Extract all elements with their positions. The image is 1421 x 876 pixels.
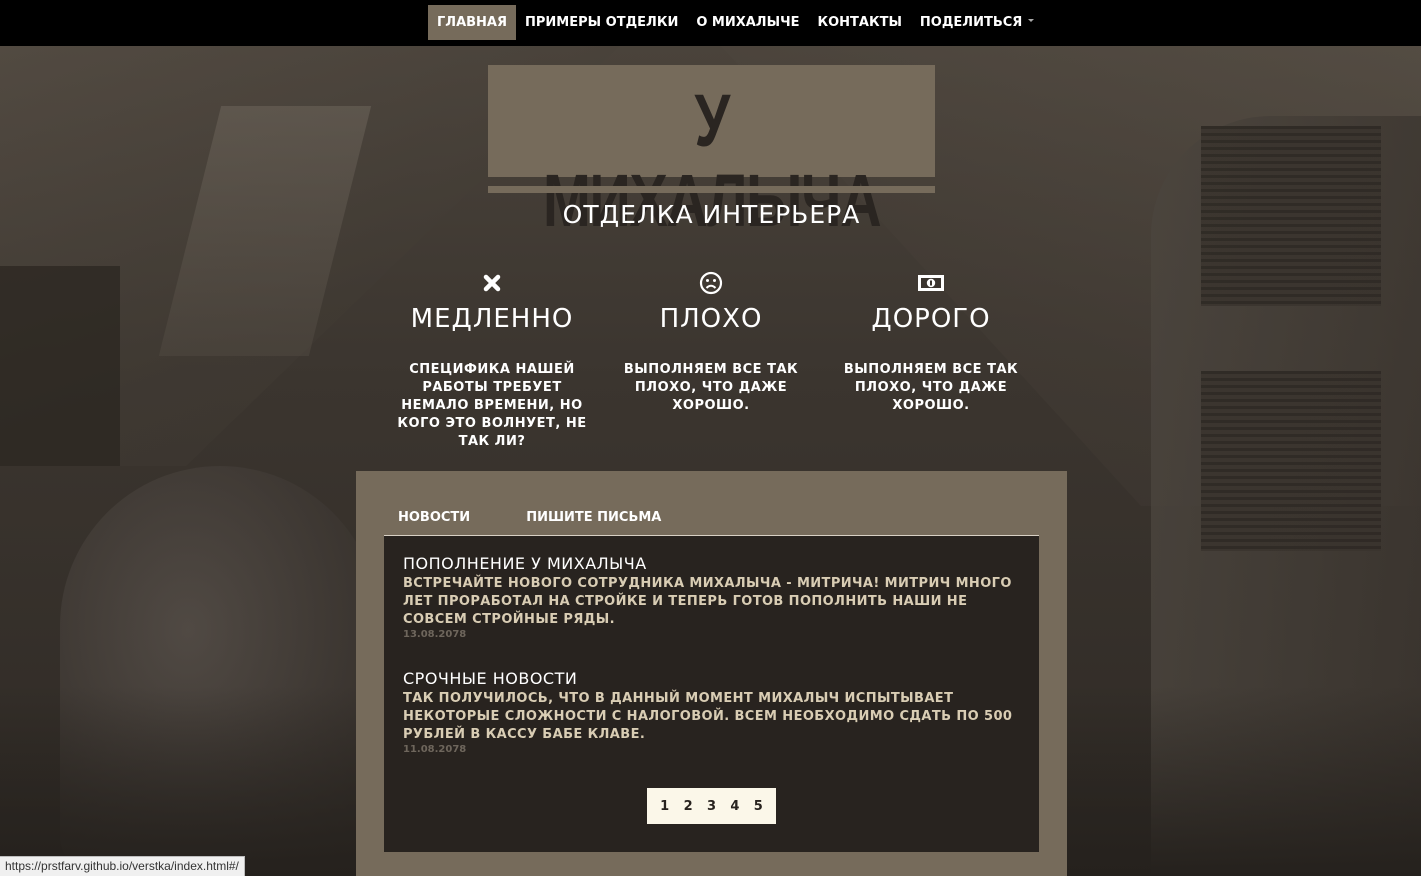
feature-title: ДОРОГО [871,304,991,334]
bg-blind-top [1201,126,1381,306]
tab-news[interactable]: НОВОСТИ [384,508,484,525]
feature-title: ПЛОХО [659,304,763,334]
feature-expensive: ДОРОГО ВЫПОЛНЯЕМ ВСЕ ТАК ПЛОХО, ЧТО ДАЖЕ… [831,268,1031,415]
feature-slow: МЕДЛЕННО СПЕЦИФИКА НАШЕЙ РАБОТЫ ТРЕБУЕТ … [392,268,592,451]
logo-underline [488,186,935,193]
sad-face-icon [611,268,811,298]
news-item: ПОПОЛНЕНИЕ У МИХАЛЫЧА ВСТРЕЧАЙТЕ НОВОГО … [403,554,1028,640]
page-link-5[interactable]: 5 [754,799,763,814]
page-link-2[interactable]: 2 [684,799,693,814]
site-logo: У МИХАЛЫЧА [488,65,935,241]
pagination: 1 2 3 4 5 [647,788,776,824]
nav-item-contacts[interactable]: КОНТАКТЫ [808,5,910,40]
feature-text: ВЫПОЛНЯЕМ ВСЕ ТАК ПЛОХО, ЧТО ДАЖЕ ХОРОШО… [623,362,799,413]
caret-down-icon [1028,19,1035,22]
feature-text: ВЫПОЛНЯЕМ ВСЕ ТАК ПЛОХО, ЧТО ДАЖЕ ХОРОШО… [843,362,1019,413]
nav-menu: ГЛАВНАЯ ПРИМЕРЫ ОТДЕЛКИ О МИХАЛЫЧЕ КОНТА… [428,5,1043,40]
page-link-4[interactable]: 4 [730,799,739,814]
news-date: 11.08.2078 [403,744,467,755]
page-link-3[interactable]: 3 [707,799,716,814]
nav-item-about[interactable]: О МИХАЛЫЧЕ [687,5,808,40]
news-date: 13.08.2078 [403,629,467,640]
panel-tabs: НОВОСТИ ПИШИТЕ ПИСЬМА [384,508,703,525]
news-text: ВСТРЕЧАЙТЕ НОВОГО СОТРУДНИКА МИХАЛЫЧА - … [403,576,1012,627]
bg-blind-bottom [1201,371,1381,551]
news-item: СРОЧНЫЕ НОВОСТИ ТАК ПОЛУЧИЛОСЬ, ЧТО В ДА… [403,669,1028,755]
nav-item-share-label: ПОДЕЛИТЬСЯ [919,15,1023,30]
feature-text: СПЕЦИФИКА НАШЕЙ РАБОТЫ ТРЕБУЕТ НЕМАЛО ВР… [397,362,587,449]
nav-item-share[interactable]: ПОДЕЛИТЬСЯ [911,5,1043,40]
content-panel: НОВОСТИ ПИШИТЕ ПИСЬМА ПОПОЛНЕНИЕ У МИХАЛ… [356,471,1067,876]
bg-shelf [0,266,120,466]
news-text: ТАК ПОЛУЧИЛОСЬ, ЧТО В ДАННЫЙ МОМЕНТ МИХА… [403,691,1013,742]
page-link-1[interactable]: 1 [660,799,669,814]
nav-item-home[interactable]: ГЛАВНАЯ [428,5,517,40]
nav-item-examples[interactable]: ПРИМЕРЫ ОТДЕЛКИ [516,5,687,40]
top-navbar: ГЛАВНАЯ ПРИМЕРЫ ОТДЕЛКИ О МИХАЛЫЧЕ КОНТА… [0,0,1421,46]
close-icon [392,268,592,298]
feature-bad: ПЛОХО ВЫПОЛНЯЕМ ВСЕ ТАК ПЛОХО, ЧТО ДАЖЕ … [611,268,811,415]
feature-title: МЕДЛЕННО [410,304,574,334]
news-list: ПОПОЛНЕНИЕ У МИХАЛЫЧА ВСТРЕЧАЙТЕ НОВОГО … [384,535,1039,852]
browser-status-url: https://prstfarv.github.io/verstka/index… [0,856,245,876]
money-icon [831,268,1031,298]
tab-letters[interactable]: ПИШИТЕ ПИСЬМА [512,508,675,525]
news-title[interactable]: ПОПОЛНЕНИЕ У МИХАЛЫЧА [403,554,1028,573]
news-title[interactable]: СРОЧНЫЕ НОВОСТИ [403,669,1028,688]
site-subtitle: ОТДЕЛКА ИНТЕРЬЕРА [562,200,861,229]
